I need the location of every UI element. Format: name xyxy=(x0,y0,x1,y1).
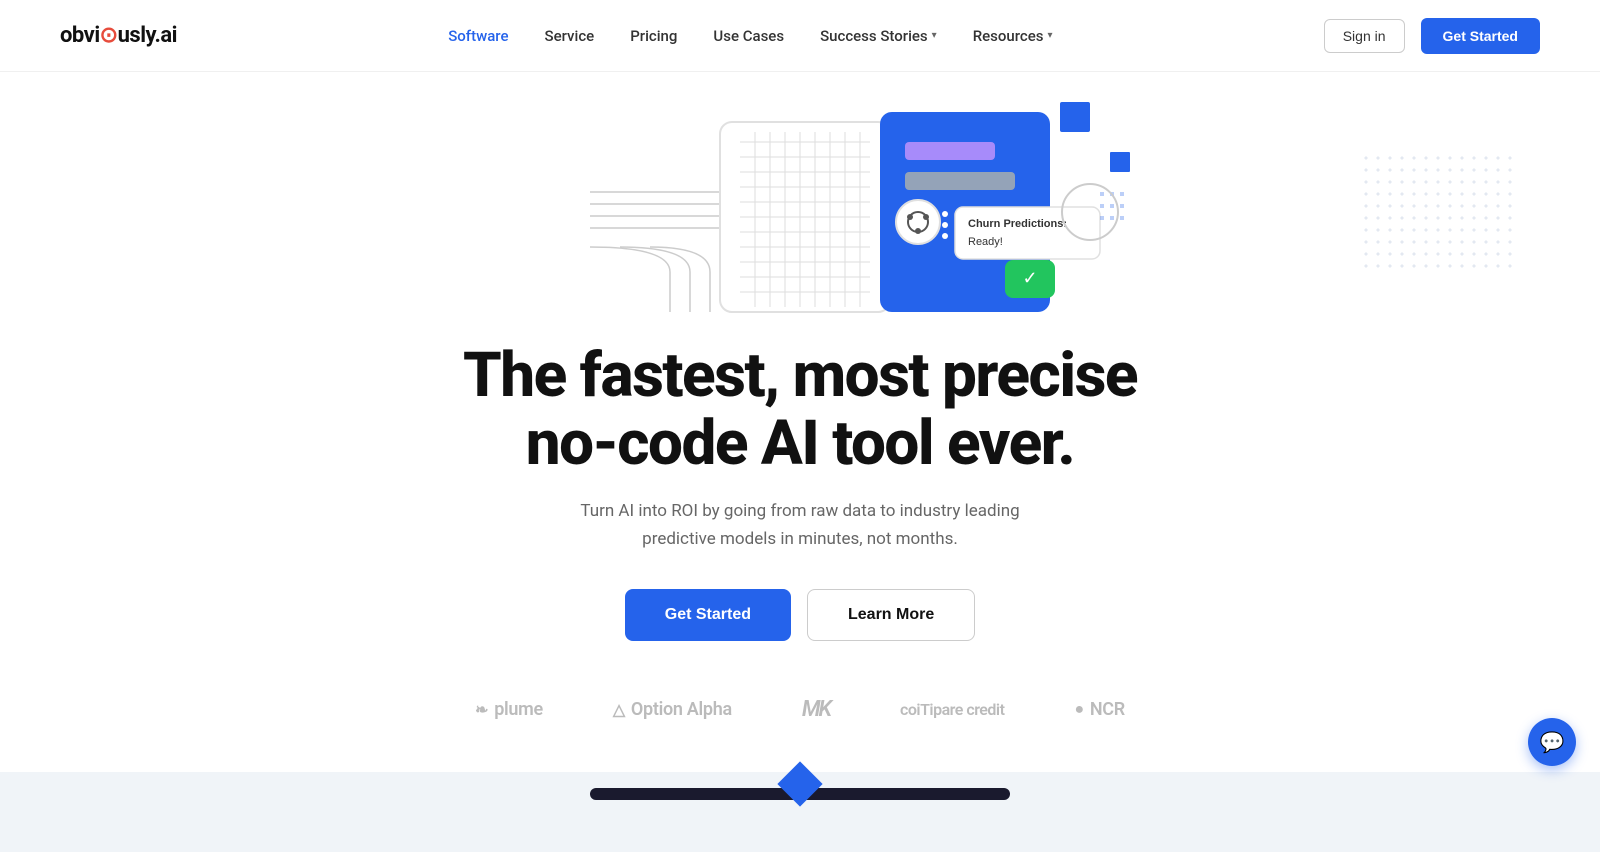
nav-link-service[interactable]: Service xyxy=(545,27,595,45)
hero-illustration: Churn Predictions: Ready! ✓ xyxy=(450,92,1150,322)
cta-buttons: Get Started Learn More xyxy=(625,589,976,641)
hero-headline: The fastest, most precise no-code AI too… xyxy=(463,342,1137,478)
nav-link-use-cases[interactable]: Use Cases xyxy=(713,27,784,45)
logo-dot: ⊙ xyxy=(100,23,118,48)
nav-actions: Sign in Get Started xyxy=(1324,18,1540,54)
bottom-preview-section xyxy=(0,772,1600,852)
get-started-hero-button[interactable]: Get Started xyxy=(625,589,791,641)
logo-ncr: ● NCR xyxy=(1074,699,1124,720)
nav-item-success-stories[interactable]: Success Stories ▾ xyxy=(820,27,937,45)
nav-item-pricing[interactable]: Pricing xyxy=(630,26,677,45)
logo-compare-credit: coiTipare credit xyxy=(900,700,1004,719)
nav-dropdown-success-stories[interactable]: Success Stories ▾ xyxy=(820,27,937,45)
chat-icon: 💬 xyxy=(1540,730,1565,754)
nav-item-use-cases[interactable]: Use Cases xyxy=(713,26,784,45)
svg-text:Churn Predictions:: Churn Predictions: xyxy=(968,218,1067,230)
logo-mk: MK xyxy=(802,697,830,722)
nav-link-pricing[interactable]: Pricing xyxy=(630,27,677,45)
signin-button[interactable]: Sign in xyxy=(1324,19,1405,53)
logo[interactable]: obvi⊙usly.ai xyxy=(60,23,177,48)
logo-option-alpha: △ Option Alpha xyxy=(613,699,732,720)
nav-item-software[interactable]: Software xyxy=(448,26,508,45)
nav-links: Software Service Pricing Use Cases Succe… xyxy=(448,26,1052,45)
plume-icon: ❧ xyxy=(475,700,488,719)
nav-link-software[interactable]: Software xyxy=(448,27,508,45)
svg-text:Ready!: Ready! xyxy=(968,236,1003,248)
hero-subtext: Turn AI into ROI by going from raw data … xyxy=(560,498,1040,552)
decorative-dots xyxy=(1360,152,1520,272)
chevron-down-icon: ▾ xyxy=(932,30,937,41)
logos-bar: ❧ plume △ Option Alpha MK coiTipare cred… xyxy=(475,697,1125,742)
get-started-nav-button[interactable]: Get Started xyxy=(1421,18,1540,54)
logo-plume: ❧ plume xyxy=(475,699,543,720)
svg-text:✓: ✓ xyxy=(1022,268,1037,288)
ncr-icon: ● xyxy=(1074,699,1083,719)
hero-section: Churn Predictions: Ready! ✓ The fast xyxy=(0,72,1600,772)
headline-line1: The fastest, most precise xyxy=(463,339,1137,412)
headline-line2: no-code AI tool ever. xyxy=(526,407,1074,480)
nav-item-service[interactable]: Service xyxy=(545,26,595,45)
nav-item-resources[interactable]: Resources ▾ xyxy=(973,27,1053,45)
chat-bubble-button[interactable]: 💬 xyxy=(1528,718,1576,766)
nav-dropdown-resources[interactable]: Resources ▾ xyxy=(973,27,1053,45)
learn-more-button[interactable]: Learn More xyxy=(807,589,975,641)
chevron-down-icon-2: ▾ xyxy=(1047,30,1052,41)
option-alpha-icon: △ xyxy=(613,700,625,719)
navbar: obvi⊙usly.ai Software Service Pricing Us… xyxy=(0,0,1600,72)
